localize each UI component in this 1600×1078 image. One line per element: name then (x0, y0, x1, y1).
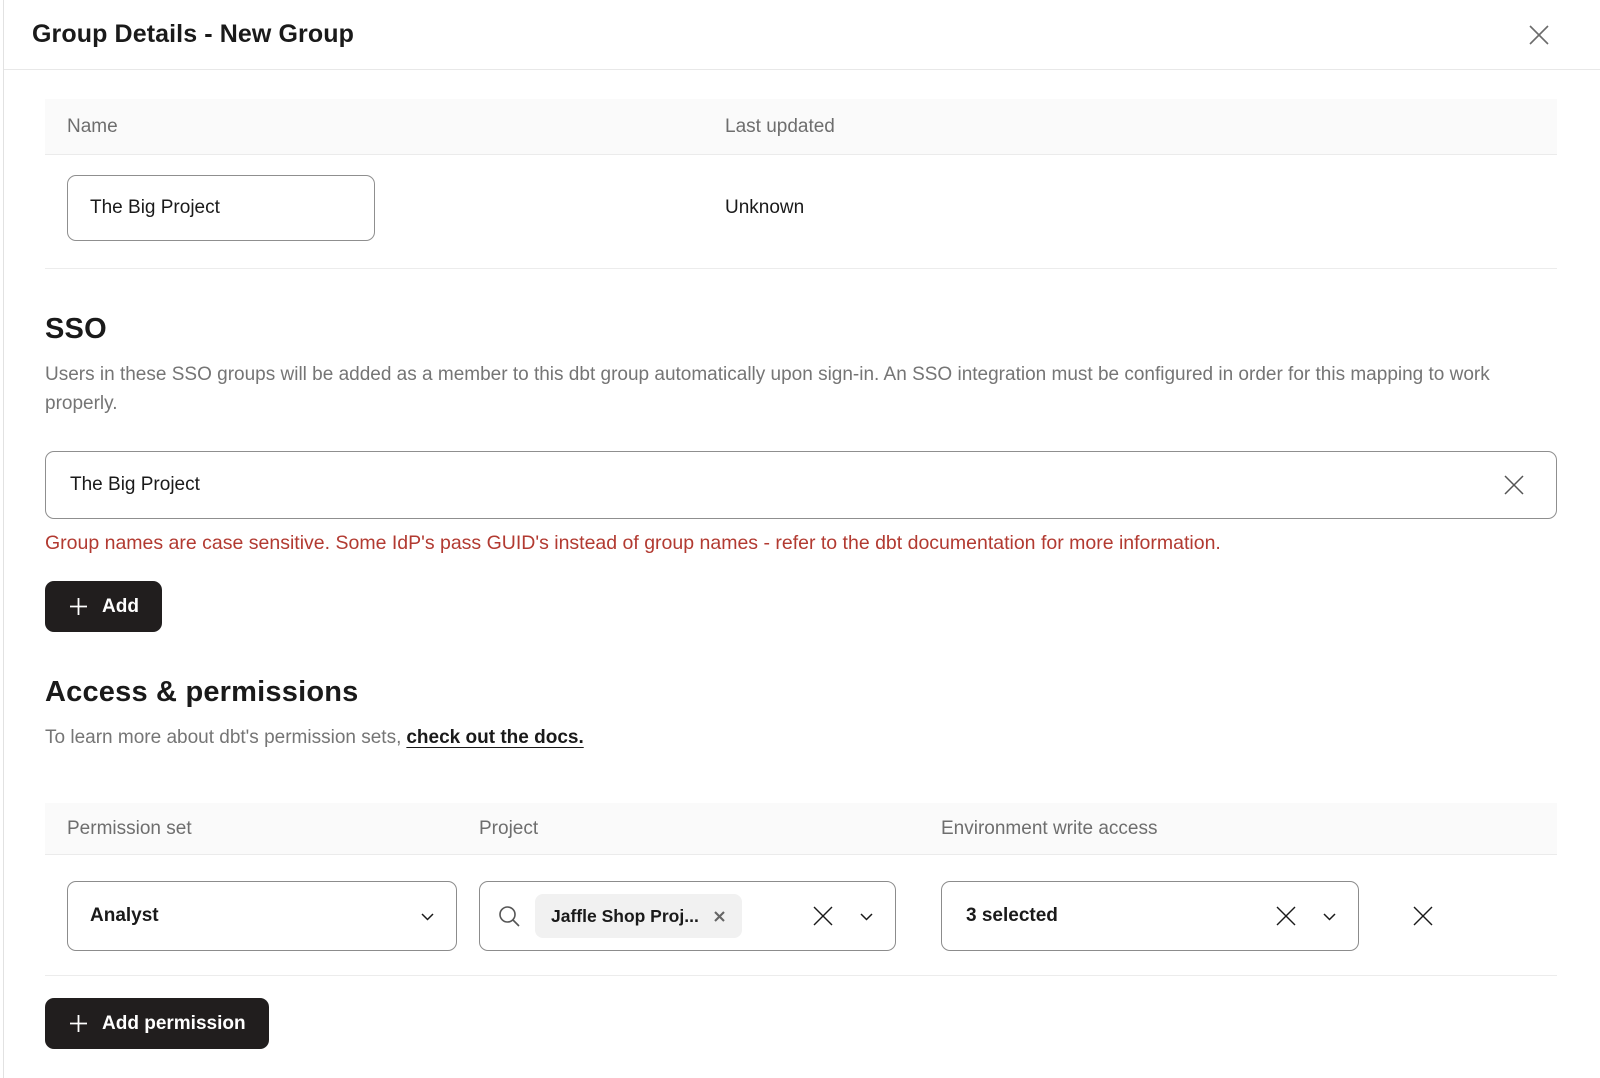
permission-set-value: Analyst (90, 905, 159, 927)
permission-row: Analyst Jaffl (45, 855, 1557, 976)
page-title: Group Details - New Group (32, 20, 354, 49)
permissions-intro: To learn more about dbt's permission set… (45, 727, 1557, 749)
x-icon (1273, 903, 1299, 929)
project-tag-remove-icon[interactable] (713, 910, 726, 923)
sso-helper-error-text: Group names are case sensitive. Some IdP… (45, 532, 1557, 555)
environment-cell: 3 selected (941, 881, 1359, 951)
sso-description: Users in these SSO groups will be added … (45, 360, 1520, 418)
access-permissions-heading: Access & permissions (45, 676, 1557, 709)
project-select[interactable]: Jaffle Shop Proj... (479, 881, 896, 951)
add-button-label: Add (102, 596, 139, 618)
permission-set-select[interactable]: Analyst (67, 881, 457, 951)
docs-link[interactable]: check out the docs. (406, 727, 583, 748)
name-cell: The Big Project (45, 175, 725, 241)
column-header-permission-set: Permission set (45, 818, 479, 840)
group-table-row: The Big Project Unknown (45, 155, 1557, 269)
sso-group-input-value: The Big Project (70, 474, 200, 496)
sso-group-input[interactable]: The Big Project (45, 451, 1557, 519)
project-tag-label: Jaffle Shop Proj... (551, 906, 699, 927)
chevron-down-icon (1321, 908, 1338, 925)
search-icon (496, 903, 523, 930)
permissions-intro-text: To learn more about dbt's permission set… (45, 727, 401, 748)
column-header-environment-write-access: Environment write access (941, 818, 1157, 840)
project-tag: Jaffle Shop Proj... (535, 894, 742, 938)
permissions-table: Permission set Project Environment write… (45, 803, 1557, 976)
group-details-modal: Group Details - New Group Name Last upda… (3, 0, 1600, 1078)
last-updated-value: Unknown (725, 197, 804, 219)
plus-icon (68, 596, 89, 617)
sso-input-clear-icon[interactable] (1500, 471, 1528, 499)
close-icon[interactable] (1522, 18, 1556, 52)
modal-header: Group Details - New Group (4, 0, 1600, 70)
project-cell: Jaffle Shop Proj... (479, 881, 941, 951)
project-clear-icon[interactable] (810, 903, 836, 929)
chevron-down-icon (858, 908, 875, 925)
group-name-table: Name Last updated The Big Project Unknow… (45, 99, 1557, 269)
x-icon (713, 910, 726, 923)
environment-selected-value: 3 selected (966, 905, 1058, 927)
x-icon (1409, 902, 1437, 930)
add-permission-button[interactable]: Add permission (45, 998, 269, 1049)
chevron-down-icon (419, 908, 436, 925)
x-icon (810, 903, 836, 929)
environment-write-access-select[interactable]: 3 selected (941, 881, 1359, 951)
column-header-project: Project (479, 818, 941, 840)
permission-set-cell: Analyst (45, 881, 479, 951)
column-header-name: Name (45, 116, 725, 138)
delete-permission-row-icon[interactable] (1409, 902, 1437, 930)
permissions-table-header: Permission set Project Environment write… (45, 803, 1557, 855)
group-table-header: Name Last updated (45, 99, 1557, 155)
close-icon-glyph (1526, 22, 1552, 48)
plus-icon (68, 1013, 89, 1034)
add-sso-group-button[interactable]: Add (45, 581, 162, 632)
group-name-value: The Big Project (90, 197, 220, 219)
add-permission-button-label: Add permission (102, 1013, 246, 1035)
x-icon (1500, 471, 1528, 499)
environment-clear-icon[interactable] (1273, 903, 1299, 929)
sso-heading: SSO (45, 313, 1557, 346)
column-header-last-updated: Last updated (725, 116, 835, 138)
group-name-input[interactable]: The Big Project (67, 175, 375, 241)
